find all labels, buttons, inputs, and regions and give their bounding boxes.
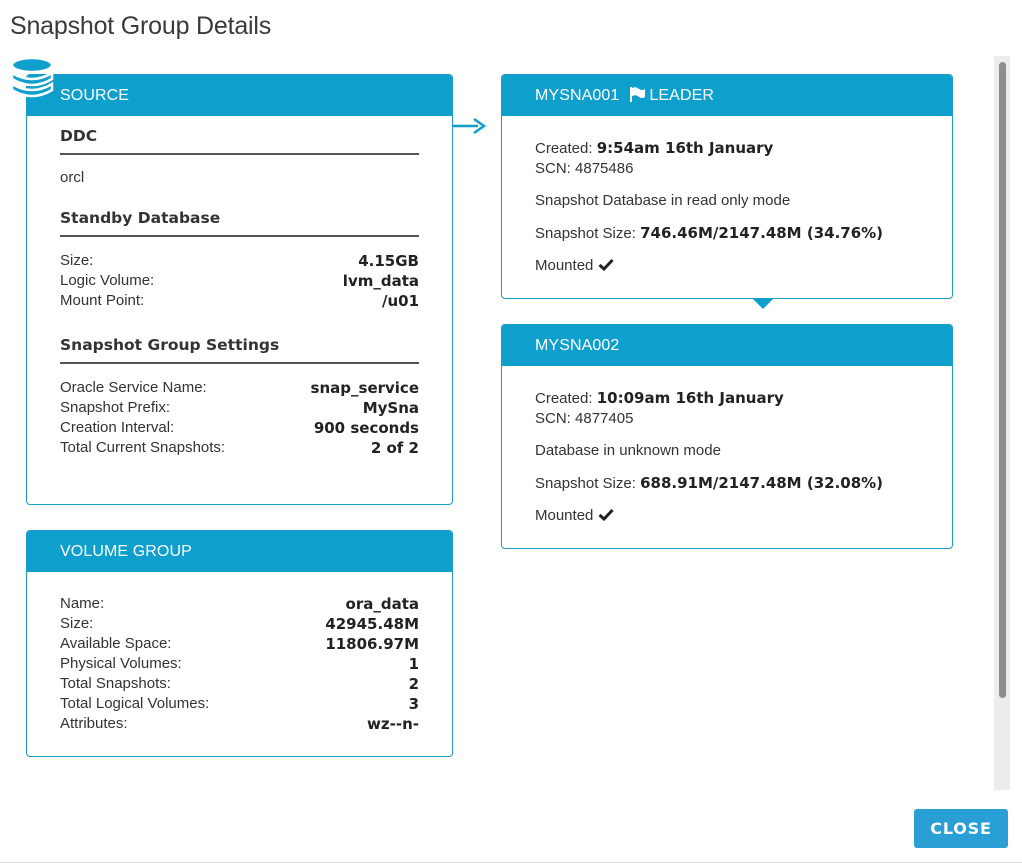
kv-row: Total Snapshots: 2 <box>60 674 419 694</box>
kv-label: Total Snapshots: <box>60 675 171 692</box>
checkmark-icon <box>598 258 614 272</box>
kv-row: Total Logical Volumes: 3 <box>60 694 419 714</box>
kv-value: 11806.97M <box>325 635 419 653</box>
kv-label: Available Space: <box>60 635 172 652</box>
created-line: Created: 9:54am 16th January <box>535 138 919 159</box>
kv-label: Total Current Snapshots: <box>60 439 226 456</box>
scn-label: SCN: <box>535 410 571 427</box>
kv-value: snap_service <box>310 379 419 397</box>
source-card: SOURCE DDC orcl Standby Database Size: 4.… <box>10 57 453 505</box>
scrollbar-thumb[interactable] <box>999 62 1006 698</box>
mounted-line: Mounted <box>535 506 919 526</box>
snapshot-header: MYSNA002 <box>502 325 952 366</box>
divider <box>0 862 1022 863</box>
pointer-down-icon <box>752 298 774 309</box>
standby-title: Standby Database <box>60 209 419 237</box>
kv-value: ora_data <box>345 595 419 613</box>
snapshot-name: MYSNA001 <box>535 87 620 104</box>
snapshot-header: MYSNA001 LEADER <box>502 75 952 116</box>
kv-value: 2 of 2 <box>370 439 419 457</box>
arrow-right-icon <box>452 118 486 134</box>
kv-label: Total Logical Volumes: <box>60 695 210 712</box>
created-label: Created: <box>535 140 593 157</box>
kv-row: Available Space: 11806.97M <box>60 634 419 654</box>
kv-value: /u01 <box>381 292 419 310</box>
kv-value: wz--n- <box>367 715 419 733</box>
mode-line: Database in unknown mode <box>535 442 721 459</box>
ddc-title: DDC <box>60 127 419 155</box>
settings-title: Snapshot Group Settings <box>60 336 419 364</box>
kv-row: Mount Point: /u01 <box>60 291 419 311</box>
kv-label: Snapshot Prefix: <box>60 399 171 416</box>
kv-label: Attributes: <box>60 715 128 732</box>
ddc-value: orcl <box>60 169 85 186</box>
scn-label: SCN: <box>535 160 571 177</box>
scn-value: 4875486 <box>575 160 634 177</box>
snapshot-name: MYSNA002 <box>535 337 620 354</box>
kv-label: Name: <box>60 595 105 612</box>
scn-line: SCN: 4875486 <box>535 159 919 179</box>
size-value: 688.91M/2147.48M (32.08%) <box>640 474 884 492</box>
dialog-title: Snapshot Group Details <box>10 12 272 40</box>
source-header: SOURCE <box>27 75 452 116</box>
leader-badge: LEADER <box>649 87 715 104</box>
created-label: Created: <box>535 390 593 407</box>
kv-row: Physical Volumes: 1 <box>60 654 419 674</box>
kv-label: Mount Point: <box>60 292 145 309</box>
database-icon <box>10 57 54 98</box>
kv-row: Size: 4.15GB <box>60 251 419 271</box>
scn-line: SCN: 4877405 <box>535 409 919 429</box>
created-line: Created: 10:09am 16th January <box>535 388 919 409</box>
kv-label: Size: <box>60 252 94 269</box>
mounted-label: Mounted <box>535 257 594 274</box>
size-line: Snapshot Size: 688.91M/2147.48M (32.08%) <box>535 473 919 494</box>
kv-row: Creation Interval: 900 seconds <box>60 418 419 438</box>
kv-label: Physical Volumes: <box>60 655 182 672</box>
kv-value: MySna <box>362 399 419 417</box>
kv-label: Oracle Service Name: <box>60 379 207 396</box>
kv-value: 3 <box>408 695 419 713</box>
size-label: Snapshot Size: <box>535 475 636 492</box>
kv-value: 900 seconds <box>313 419 419 437</box>
snapshot-card: MYSNA002 Created: 10:09am 16th January S… <box>501 324 953 549</box>
kv-value: 2 <box>408 675 419 693</box>
close-button[interactable]: CLOSE <box>914 809 1008 848</box>
size-line: Snapshot Size: 746.46M/2147.48M (34.76%) <box>535 223 919 244</box>
flag-icon <box>630 86 646 102</box>
kv-label: Creation Interval: <box>60 419 175 436</box>
kv-row: Attributes: wz--n- <box>60 714 419 734</box>
mounted-line: Mounted <box>535 256 919 276</box>
standby-list: Size: 4.15GB Logic Volume: lvm_data Mount … <box>60 251 419 311</box>
volume-group-card: VOLUME GROUP Name: ora_data Size: 42945.48… <box>26 530 453 757</box>
snapshot-card-leader: MYSNA001 LEADER Created: 9:54am 16th Janu… <box>501 74 953 299</box>
kv-label: Size: <box>60 615 94 632</box>
kv-value: 42945.48M <box>325 615 419 633</box>
created-value: 10:09am 16th January <box>596 389 784 407</box>
mounted-label: Mounted <box>535 507 594 524</box>
size-label: Snapshot Size: <box>535 225 636 242</box>
mode-line: Snapshot Database in read only mode <box>535 192 791 209</box>
kv-row: Name: ora_data <box>60 594 419 614</box>
scn-value: 4877405 <box>575 410 634 427</box>
size-value: 746.46M/2147.48M (34.76%) <box>640 224 884 242</box>
kv-value: lvm_data <box>342 272 419 290</box>
kv-value: 4.15GB <box>358 252 419 270</box>
created-value: 9:54am 16th January <box>596 139 774 157</box>
kv-label: Logic Volume: <box>60 272 155 289</box>
kv-row: Snapshot Prefix: MySna <box>60 398 419 418</box>
kv-row: Size: 42945.48M <box>60 614 419 634</box>
checkmark-icon <box>598 508 614 522</box>
kv-row: Oracle Service Name: snap_service <box>60 378 419 398</box>
kv-row: Total Current Snapshots: 2 of 2 <box>60 438 419 458</box>
kv-row: Logic Volume: lvm_data <box>60 271 419 291</box>
settings-list: Oracle Service Name: snap_service Snapsho… <box>60 378 419 458</box>
kv-value: 1 <box>408 655 419 673</box>
volume-group-header: VOLUME GROUP <box>27 531 452 572</box>
